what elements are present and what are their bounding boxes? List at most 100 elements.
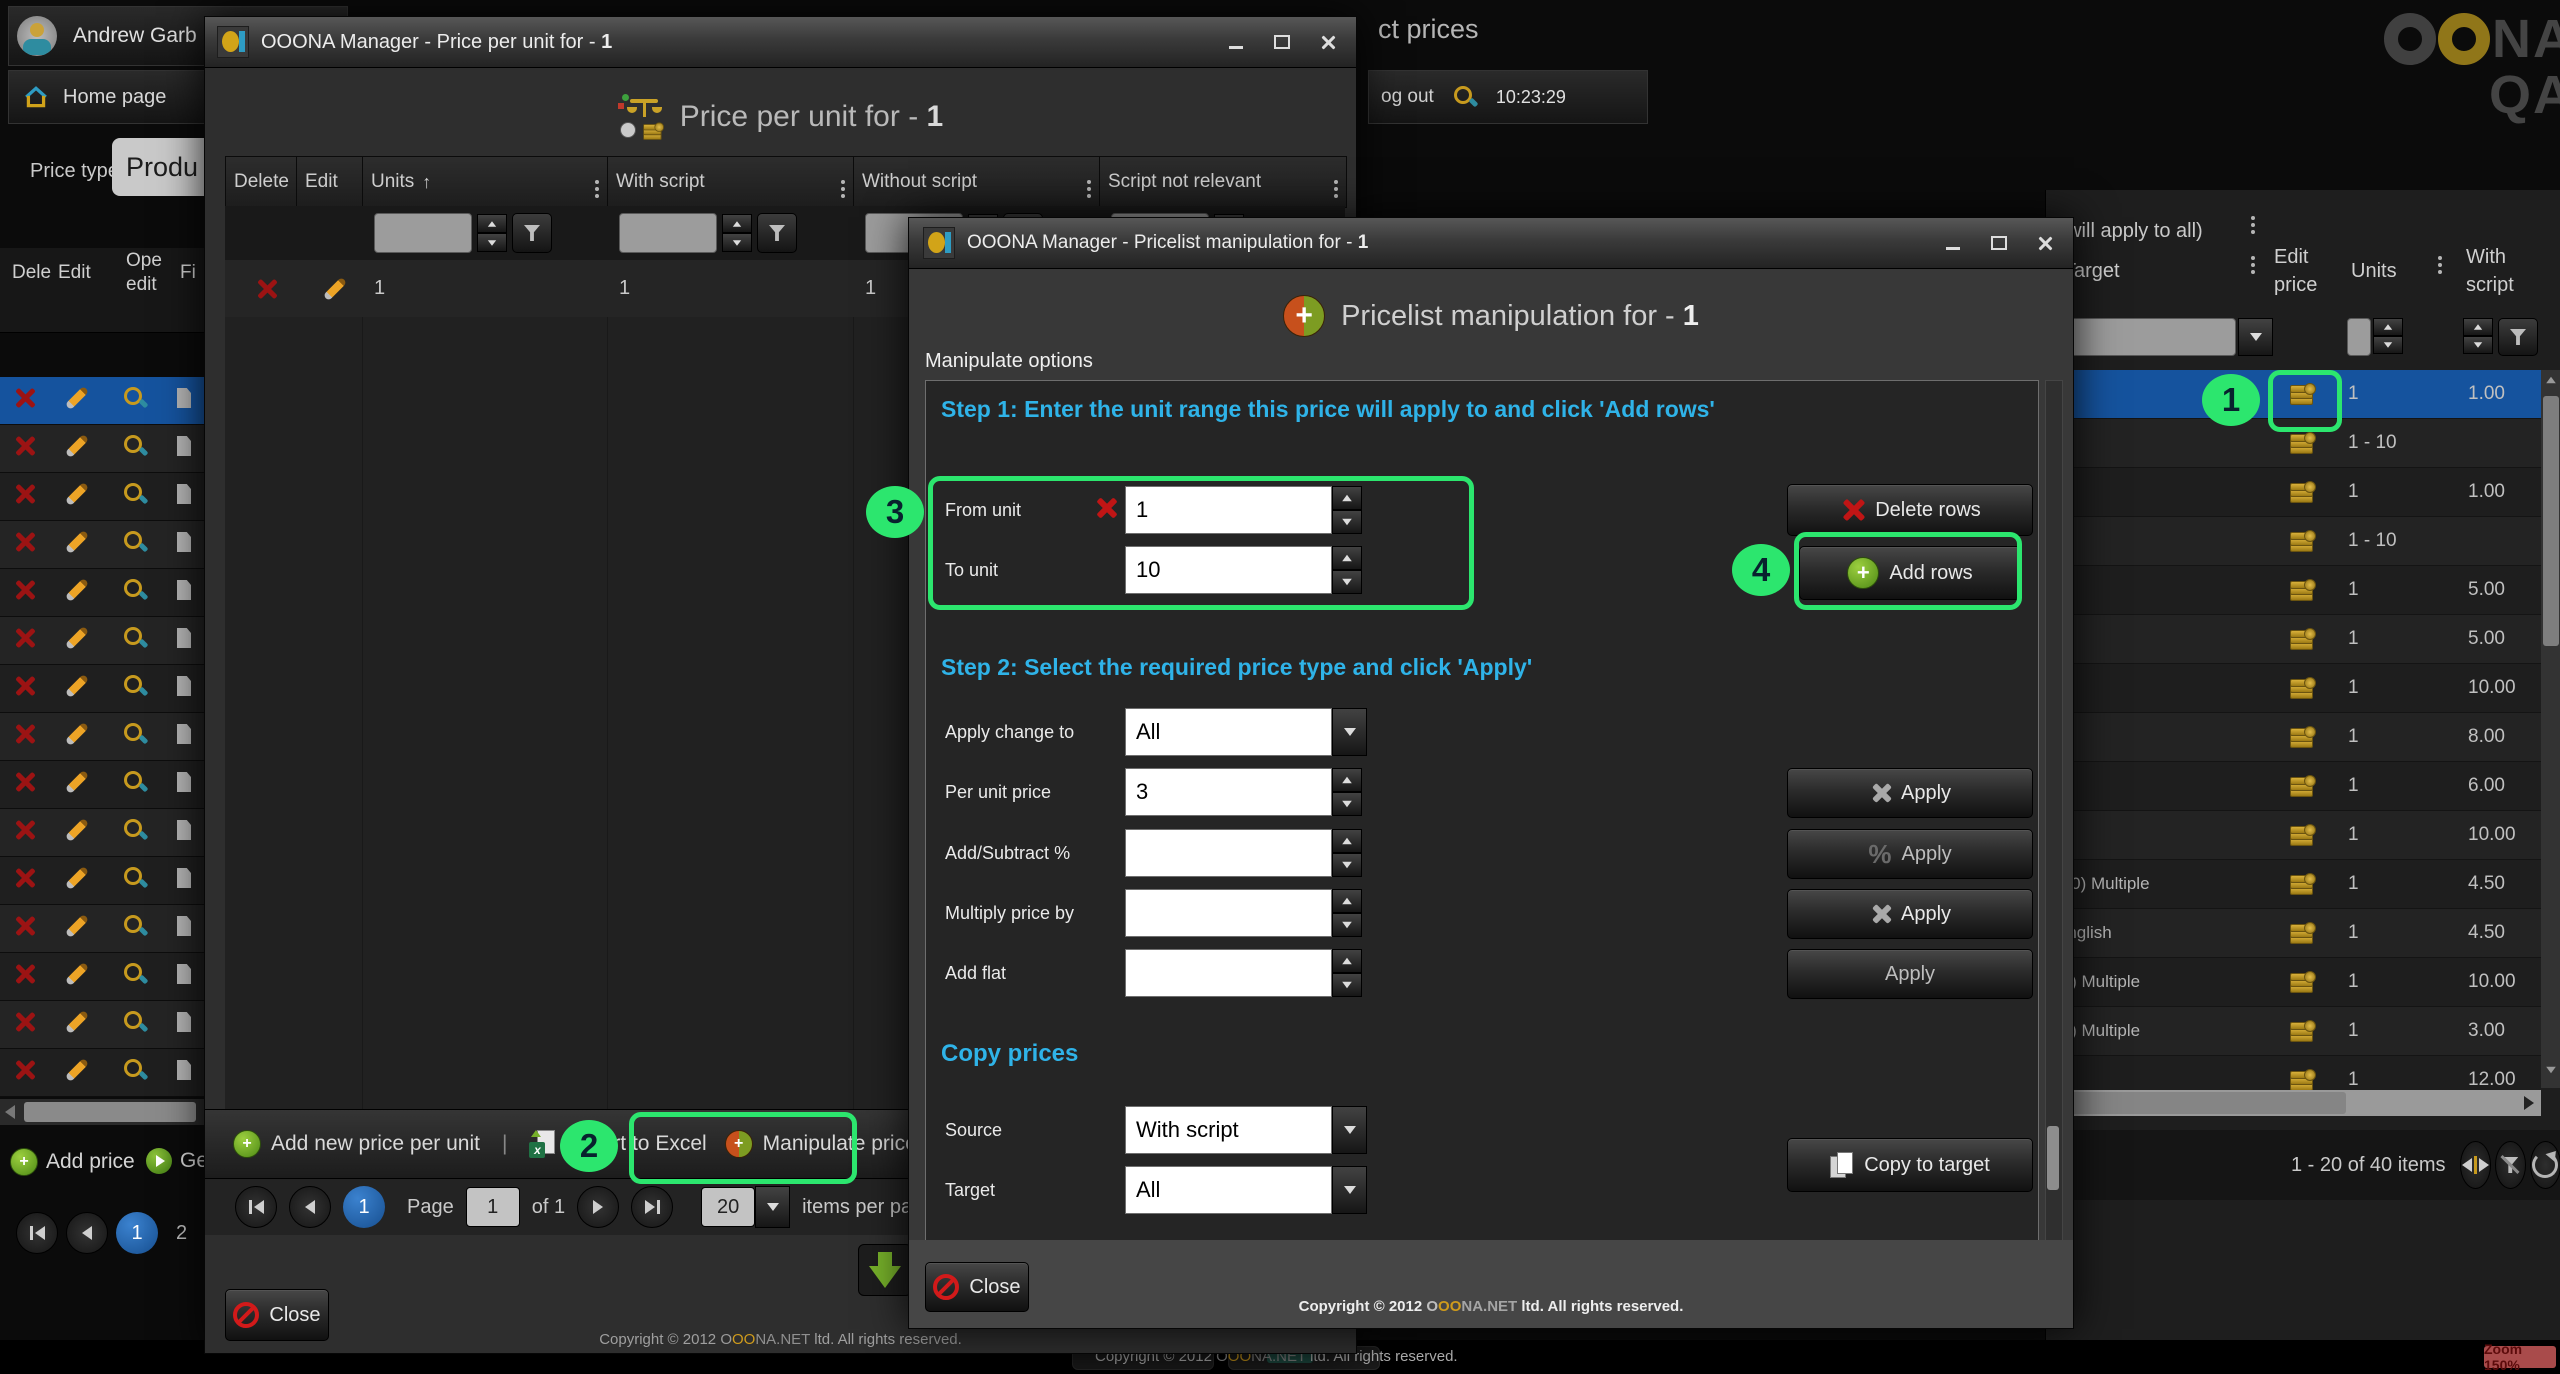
edit-price-icon[interactable] xyxy=(2290,677,2316,699)
per-unit-price-input[interactable]: 3 xyxy=(1125,768,1332,816)
copy-to-target-button[interactable]: Copy to target xyxy=(1787,1138,2033,1192)
edit-icon[interactable] xyxy=(63,576,91,604)
edit-icon[interactable] xyxy=(63,1056,91,1084)
units-filter-input[interactable] xyxy=(2347,318,2371,356)
edit-price-icon[interactable] xyxy=(2290,383,2316,405)
price-list-row[interactable]: 1 - 10 xyxy=(2046,517,2541,566)
edit-icon[interactable] xyxy=(63,816,91,844)
column-header-units[interactable]: Units xyxy=(2351,260,2397,283)
price-list-row[interactable]: 15.00 xyxy=(2046,615,2541,664)
open-edit-icon[interactable] xyxy=(122,481,148,507)
price-list-row[interactable]: (2) Multiple13.00 xyxy=(2046,1007,2541,1056)
price-row[interactable] xyxy=(0,377,204,425)
column-menu-icon[interactable] xyxy=(2438,256,2442,260)
price-row[interactable] xyxy=(0,569,204,617)
price-row[interactable] xyxy=(0,425,204,473)
open-edit-icon[interactable] xyxy=(122,913,148,939)
edit-price-icon[interactable] xyxy=(2290,530,2316,552)
with-script-filter-button[interactable] xyxy=(757,213,797,253)
left-h-scrollbar[interactable] xyxy=(0,1099,204,1125)
clear-filter-icon[interactable] xyxy=(2495,1141,2526,1189)
price-row[interactable] xyxy=(0,617,204,665)
open-edit-icon[interactable] xyxy=(122,625,148,651)
target-filter-dropdown[interactable] xyxy=(2238,318,2273,356)
edit-icon[interactable] xyxy=(63,432,91,460)
price-list-row[interactable]: 18.00 xyxy=(2046,713,2541,762)
right-v-scrollbar[interactable] xyxy=(2541,370,2560,1088)
price-row[interactable] xyxy=(0,905,204,953)
apply-per-unit-button[interactable]: Apply xyxy=(1787,768,2033,818)
dialog-titlebar[interactable]: OOONA Manager - Pricelist manipulation f… xyxy=(909,218,2073,269)
add-price-button[interactable]: Add price xyxy=(10,1148,135,1176)
items-per-page-select[interactable]: 20 xyxy=(701,1187,755,1227)
apply-multiply-button[interactable]: Apply xyxy=(1787,889,2033,939)
price-list-row[interactable]: 11.00 xyxy=(2046,468,2541,517)
add-flat-input[interactable] xyxy=(1125,949,1332,997)
delete-icon[interactable] xyxy=(12,1058,36,1082)
price-list-row[interactable]: English14.50 xyxy=(2046,909,2541,958)
units-filter-button[interactable] xyxy=(512,213,552,253)
delete-icon[interactable] xyxy=(12,482,36,506)
edit-icon[interactable] xyxy=(321,275,349,303)
edit-icon[interactable] xyxy=(63,720,91,748)
delete-icon[interactable] xyxy=(12,386,36,410)
open-edit-icon[interactable] xyxy=(122,577,148,603)
with-script-filter-button[interactable] xyxy=(2498,318,2538,356)
delete-icon[interactable] xyxy=(12,770,36,794)
delete-icon[interactable] xyxy=(12,722,36,746)
column-menu-icon[interactable] xyxy=(841,180,845,184)
first-page-button[interactable] xyxy=(235,1186,277,1228)
open-edit-icon[interactable] xyxy=(122,769,148,795)
dialog-v-scrollbar[interactable] xyxy=(2045,380,2063,1242)
price-row[interactable] xyxy=(0,521,204,569)
open-edit-icon[interactable] xyxy=(122,433,148,459)
minimize-button[interactable] xyxy=(1226,32,1246,52)
edit-icon[interactable] xyxy=(63,1008,91,1036)
file-icon[interactable] xyxy=(177,1060,191,1080)
first-page-button[interactable] xyxy=(16,1212,58,1254)
delete-icon[interactable] xyxy=(12,962,36,986)
import-from-excel-button[interactable] xyxy=(858,1244,912,1296)
close-window-button[interactable] xyxy=(1318,32,1338,52)
file-icon[interactable] xyxy=(177,436,191,456)
scrollbar-thumb[interactable] xyxy=(2046,1092,2346,1114)
refresh-icon[interactable] xyxy=(2530,1141,2560,1189)
edit-price-icon[interactable] xyxy=(2290,579,2316,601)
edit-price-icon[interactable] xyxy=(2290,432,2316,454)
file-icon[interactable] xyxy=(177,820,191,840)
file-icon[interactable] xyxy=(177,964,191,984)
open-edit-icon[interactable] xyxy=(122,385,148,411)
price-list-row[interactable]: (2) Multiple110.00 xyxy=(2046,958,2541,1007)
edit-icon[interactable] xyxy=(63,912,91,940)
open-edit-icon[interactable] xyxy=(122,673,148,699)
file-icon[interactable] xyxy=(177,676,191,696)
column-header-without-script[interactable]: Without script xyxy=(854,157,1100,207)
page-number-input[interactable]: 1 xyxy=(466,1187,520,1227)
open-edit-icon[interactable] xyxy=(122,961,148,987)
from-unit-spinner[interactable] xyxy=(1332,486,1362,534)
logout-button[interactable]: og out xyxy=(1381,86,1434,108)
source-select[interactable]: With script xyxy=(1125,1106,1367,1154)
add-rows-button[interactable]: Add rows xyxy=(1799,546,2021,600)
file-icon[interactable] xyxy=(177,580,191,600)
delete-icon[interactable] xyxy=(12,530,36,554)
edit-price-icon[interactable] xyxy=(2290,775,2316,797)
column-header-with-script[interactable]: With script xyxy=(608,157,854,207)
price-row[interactable] xyxy=(0,665,204,713)
scrollbar-thumb[interactable] xyxy=(2543,396,2559,646)
edit-price-icon[interactable] xyxy=(2290,971,2316,993)
price-list-row[interactable]: (50) Multiple14.50 xyxy=(2046,860,2541,909)
dropdown-button[interactable] xyxy=(1332,1166,1367,1214)
apply-add-flat-button[interactable]: Apply xyxy=(1787,949,2033,999)
prev-page-button[interactable] xyxy=(66,1212,108,1254)
with-script-filter-input[interactable] xyxy=(619,213,717,253)
delete-icon[interactable] xyxy=(12,818,36,842)
edit-price-icon[interactable] xyxy=(2290,481,2316,503)
edit-icon[interactable] xyxy=(63,864,91,892)
price-row[interactable] xyxy=(0,713,204,761)
dropdown-button[interactable] xyxy=(1332,708,1367,756)
file-icon[interactable] xyxy=(177,388,191,408)
target-select[interactable]: All xyxy=(1125,1166,1367,1214)
prev-page-button[interactable] xyxy=(289,1186,331,1228)
window-titlebar[interactable]: OOONA Manager - Price per unit for - 1 xyxy=(205,17,1356,68)
